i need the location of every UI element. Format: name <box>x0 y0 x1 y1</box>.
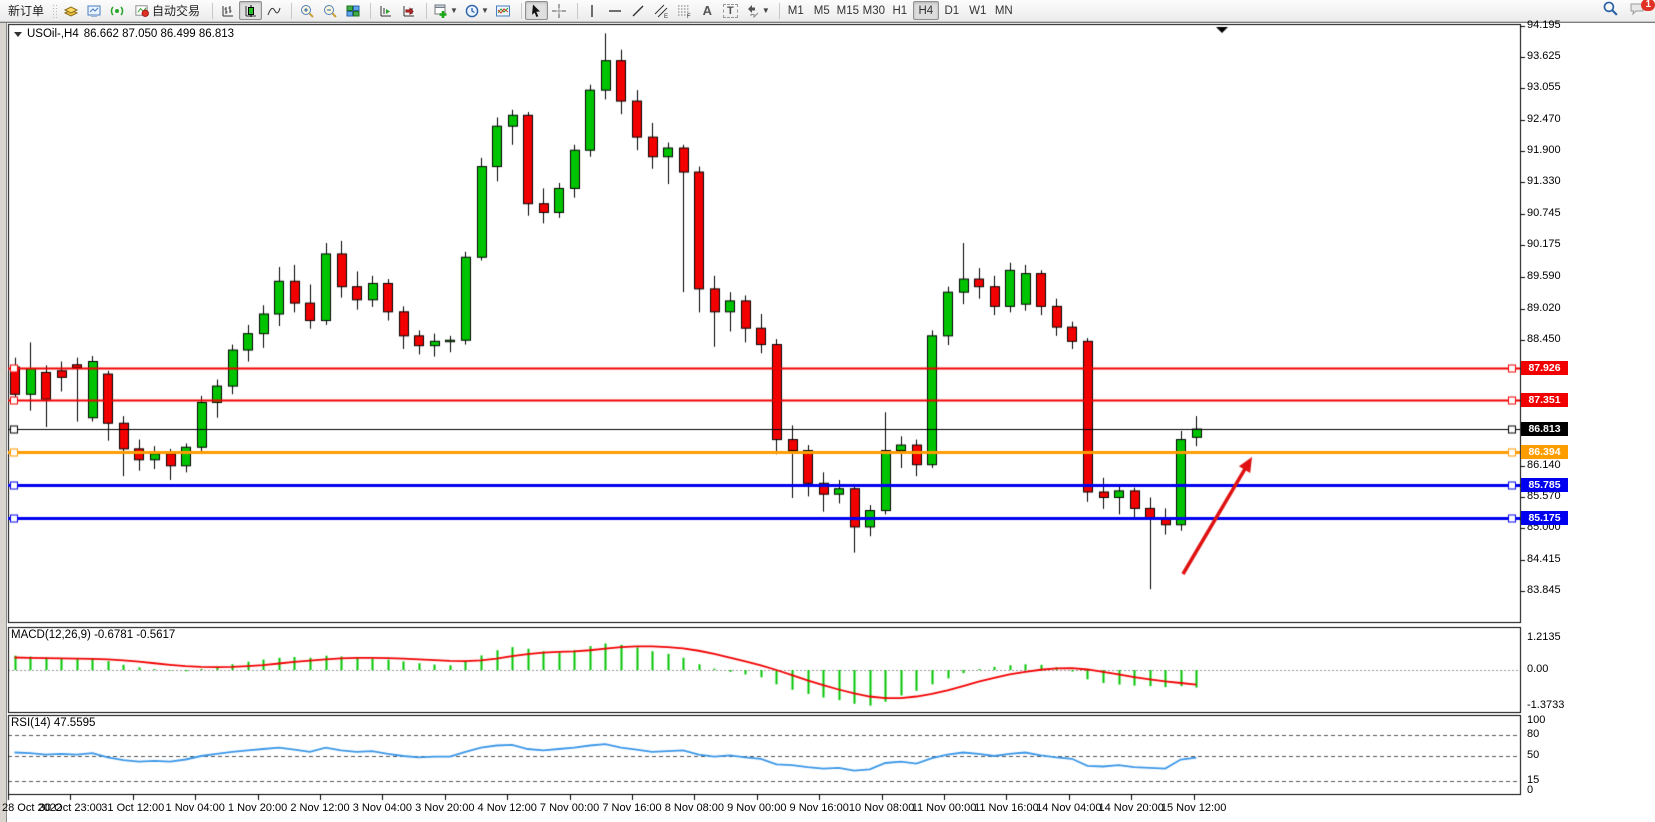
equidistant-channel-icon[interactable]: E <box>650 1 673 20</box>
price-axis-tick: 88.450 <box>1527 333 1561 345</box>
price-axis-tick: 94.195 <box>1527 19 1561 31</box>
dropdown-caret-icon: ▼ <box>762 6 770 15</box>
auto-trading-label: 自动交易 <box>152 2 200 19</box>
line-chart-icon[interactable] <box>262 1 285 20</box>
auto-trading-button[interactable]: 自动交易 <box>128 1 206 20</box>
candlestick-chart-icon[interactable] <box>239 1 262 20</box>
svg-text:F: F <box>687 14 691 19</box>
timeframe-toolbar: M1M5M15M30H1H4D1W1MN <box>783 1 1017 20</box>
fibonacci-icon[interactable]: F <box>673 1 696 20</box>
price-axis-tick: 90.745 <box>1527 207 1561 219</box>
period-button[interactable]: ▼ <box>461 1 492 20</box>
charts-stack-icon[interactable] <box>59 1 82 20</box>
rsi-indicator-label: RSI(14) 47.5595 <box>11 717 95 729</box>
price-line-badge[interactable]: 86.394 <box>1521 445 1568 459</box>
market-watch-icon[interactable] <box>82 1 105 20</box>
dropdown-caret-icon: ▼ <box>450 6 458 15</box>
toolbar-separator <box>571 3 578 19</box>
new-order-button[interactable]: 新订单 <box>2 1 50 20</box>
price-chart-canvas[interactable] <box>0 23 1655 822</box>
timeframe-button-M30[interactable]: M30 <box>861 1 887 20</box>
time-axis-label: 15 Nov 12:00 <box>1152 802 1236 814</box>
toolbar-separator <box>206 3 213 19</box>
arrows-icon <box>745 3 761 19</box>
price-axis-tick: 86.140 <box>1527 459 1561 471</box>
chart-window: USOil-,H4 86.662 87.050 86.499 86.813 MA… <box>0 22 1655 821</box>
timeframe-button-W1[interactable]: W1 <box>965 1 991 20</box>
price-axis-tick: 91.900 <box>1527 144 1561 156</box>
svg-text:E: E <box>664 14 668 19</box>
crosshair-icon[interactable] <box>548 1 571 20</box>
price-axis-tick: 93.625 <box>1527 50 1561 62</box>
toolbar-separator <box>285 3 292 19</box>
notification-count-badge: 1 <box>1641 0 1655 11</box>
notifications-icon[interactable]: 1 <box>1629 1 1647 22</box>
gold-stack-icon <box>63 3 79 19</box>
trendline-icon[interactable] <box>627 1 650 20</box>
rsi-axis-tick: 80 <box>1527 728 1539 740</box>
arrows-button[interactable]: ▼ <box>742 1 773 20</box>
text-label-icon[interactable]: T <box>719 1 742 20</box>
rsi-axis-tick: 100 <box>1527 714 1545 726</box>
timeframe-button-H1[interactable]: H1 <box>887 1 913 20</box>
zoom-out-icon[interactable] <box>318 1 341 20</box>
chart-symbol-period: USOil-,H4 <box>27 28 79 40</box>
auto-trading-icon <box>134 3 149 18</box>
macd-axis-tick: -1.3733 <box>1527 699 1564 711</box>
price-line-badge[interactable]: 87.351 <box>1521 393 1568 407</box>
macd-axis-tick: 0.00 <box>1527 663 1548 675</box>
chart-ohlc-values: 86.662 87.050 86.499 86.813 <box>84 28 234 40</box>
timeframe-button-M1[interactable]: M1 <box>783 1 809 20</box>
price-line-badge[interactable]: 85.175 <box>1521 511 1568 525</box>
price-axis-tick: 83.845 <box>1527 584 1561 596</box>
macd-indicator-label: MACD(12,26,9) -0.6781 -0.5617 <box>11 629 175 641</box>
toolbar-right-group: 1 <box>1602 0 1647 22</box>
chart-title: USOil-,H4 86.662 87.050 86.499 86.813 <box>14 28 234 40</box>
search-icon[interactable] <box>1602 0 1619 22</box>
price-axis-tick: 84.415 <box>1527 553 1561 565</box>
toolbar-separator <box>515 3 522 19</box>
price-axis-tick: 89.590 <box>1527 270 1561 282</box>
clock-icon <box>464 3 480 19</box>
price-axis-tick: 92.470 <box>1527 113 1561 125</box>
timeframe-button-M5[interactable]: M5 <box>809 1 835 20</box>
new-chart-icon <box>433 3 449 19</box>
vertical-line-icon[interactable] <box>581 1 604 20</box>
new-chart-button[interactable]: ▼ <box>430 1 461 20</box>
price-line-badge[interactable]: 86.813 <box>1521 422 1568 436</box>
auto-scroll-icon[interactable] <box>397 1 420 20</box>
toolbar-separator <box>420 3 427 19</box>
templates-icon[interactable] <box>492 1 515 20</box>
zoom-in-icon[interactable] <box>295 1 318 20</box>
price-axis-tick: 90.175 <box>1527 238 1561 250</box>
text-icon[interactable]: A <box>696 1 719 20</box>
price-axis-tick: 89.020 <box>1527 302 1561 314</box>
horizontal-line-icon[interactable] <box>604 1 627 20</box>
rsi-axis-tick: 0 <box>1527 784 1533 796</box>
price-line-badge[interactable]: 85.785 <box>1521 478 1568 492</box>
cursor-icon[interactable] <box>525 1 548 20</box>
chart-shift-icon[interactable] <box>374 1 397 20</box>
new-order-label: 新订单 <box>8 2 44 19</box>
price-axis-tick: 91.330 <box>1527 175 1561 187</box>
price-axis-tick: 93.055 <box>1527 81 1561 93</box>
rsi-axis-tick: 50 <box>1527 749 1539 761</box>
dropdown-caret-icon: ▼ <box>481 6 489 15</box>
timeframe-button-H4[interactable]: H4 <box>913 1 939 20</box>
toolbar-separator <box>773 3 780 19</box>
timeframe-button-M15[interactable]: M15 <box>835 1 861 20</box>
tile-windows-icon[interactable] <box>341 1 364 20</box>
macd-axis-tick: 1.2135 <box>1527 631 1561 643</box>
bar-chart-icon[interactable] <box>216 1 239 20</box>
window-left-edge <box>0 23 7 822</box>
timeframe-button-MN[interactable]: MN <box>991 1 1017 20</box>
signals-icon[interactable] <box>105 1 128 20</box>
symbol-dropdown-icon[interactable] <box>14 32 22 37</box>
toolbar-grip <box>52 4 57 18</box>
price-line-badge[interactable]: 87.926 <box>1521 361 1568 375</box>
main-toolbar: 新订单 自动交易 <box>0 0 1655 22</box>
timeframe-button-D1[interactable]: D1 <box>939 1 965 20</box>
toolbar-separator <box>364 3 371 19</box>
